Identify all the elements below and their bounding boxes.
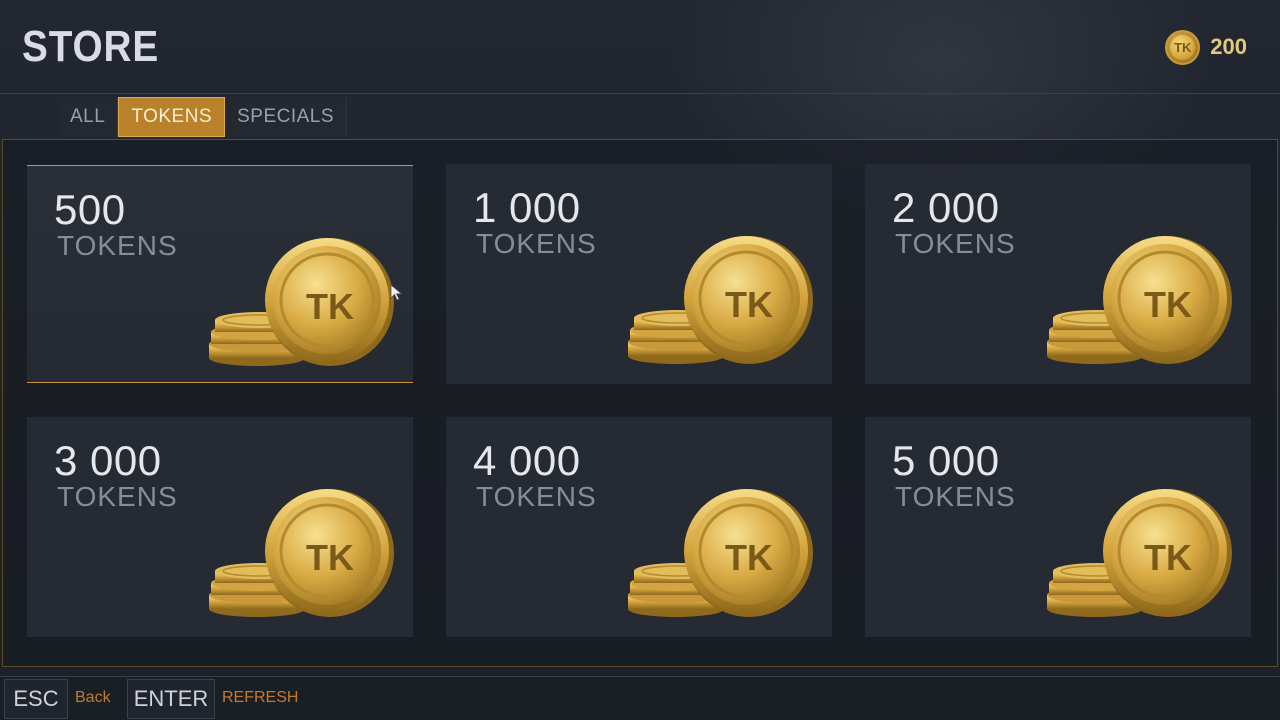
svg-text:TK: TK (306, 286, 354, 327)
item-unit: TOKENS (895, 481, 1016, 512)
item-unit: TOKENS (476, 481, 597, 512)
svg-text:TK: TK (306, 537, 354, 578)
item-unit: TOKENS (57, 481, 178, 512)
store-item-3000-tokens[interactable]: 3 000 TOKENS TK (27, 417, 413, 637)
store-header: STORE TK 200 (0, 0, 1280, 94)
token-balance: TK 200 (1165, 29, 1247, 65)
store-item-1000-tokens[interactable]: 1 000 TOKENS TK (446, 164, 832, 384)
svg-text:TK: TK (725, 537, 773, 578)
balance-value: 200 (1210, 34, 1247, 59)
item-amount: 1 000 (473, 184, 581, 231)
svg-text:TK: TK (725, 284, 773, 325)
tab-tokens[interactable]: TOKENS (118, 97, 226, 137)
tk-coin-icon: TK (1165, 29, 1201, 65)
item-unit: TOKENS (57, 230, 178, 261)
enter-key-label[interactable]: REFRESH (222, 689, 298, 707)
item-amount: 5 000 (892, 437, 1000, 484)
tab-all[interactable]: ALL (58, 97, 119, 137)
store-item-4000-tokens[interactable]: 4 000 TOKENS TK (446, 417, 832, 637)
tk-coin-stack-icon: TK (207, 236, 396, 366)
esc-key-button[interactable]: ESC (4, 679, 68, 719)
tk-coin-stack-icon: TK (626, 487, 815, 617)
item-amount: 4 000 (473, 437, 581, 484)
esc-key-label[interactable]: Back (75, 689, 111, 707)
enter-key-button[interactable]: ENTER (127, 679, 215, 719)
store-item-5000-tokens[interactable]: 5 000 TOKENS TK (865, 417, 1251, 637)
tab-specials[interactable]: SPECIALS (225, 97, 348, 137)
store-item-500-tokens[interactable]: 500 TOKENS TK (27, 165, 413, 383)
tk-coin-stack-icon: TK (1045, 234, 1234, 364)
store-tabs: ALL TOKENS SPECIALS (58, 97, 348, 137)
svg-text:TK: TK (1144, 537, 1192, 578)
tk-coin-stack-icon: TK (1045, 487, 1234, 617)
svg-text:TK: TK (1144, 284, 1192, 325)
item-unit: TOKENS (895, 228, 1016, 259)
item-unit: TOKENS (476, 228, 597, 259)
item-amount: 500 (54, 186, 126, 233)
mouse-cursor-icon (390, 284, 403, 301)
footer-bar: ESC Back ENTER REFRESH (0, 676, 1280, 720)
tk-coin-stack-icon: TK (626, 234, 815, 364)
tk-coin-stack-icon: TK (207, 487, 396, 617)
item-amount: 2 000 (892, 184, 1000, 231)
item-amount: 3 000 (54, 437, 162, 484)
page-title: STORE (22, 22, 160, 71)
store-item-2000-tokens[interactable]: 2 000 TOKENS TK (865, 164, 1251, 384)
